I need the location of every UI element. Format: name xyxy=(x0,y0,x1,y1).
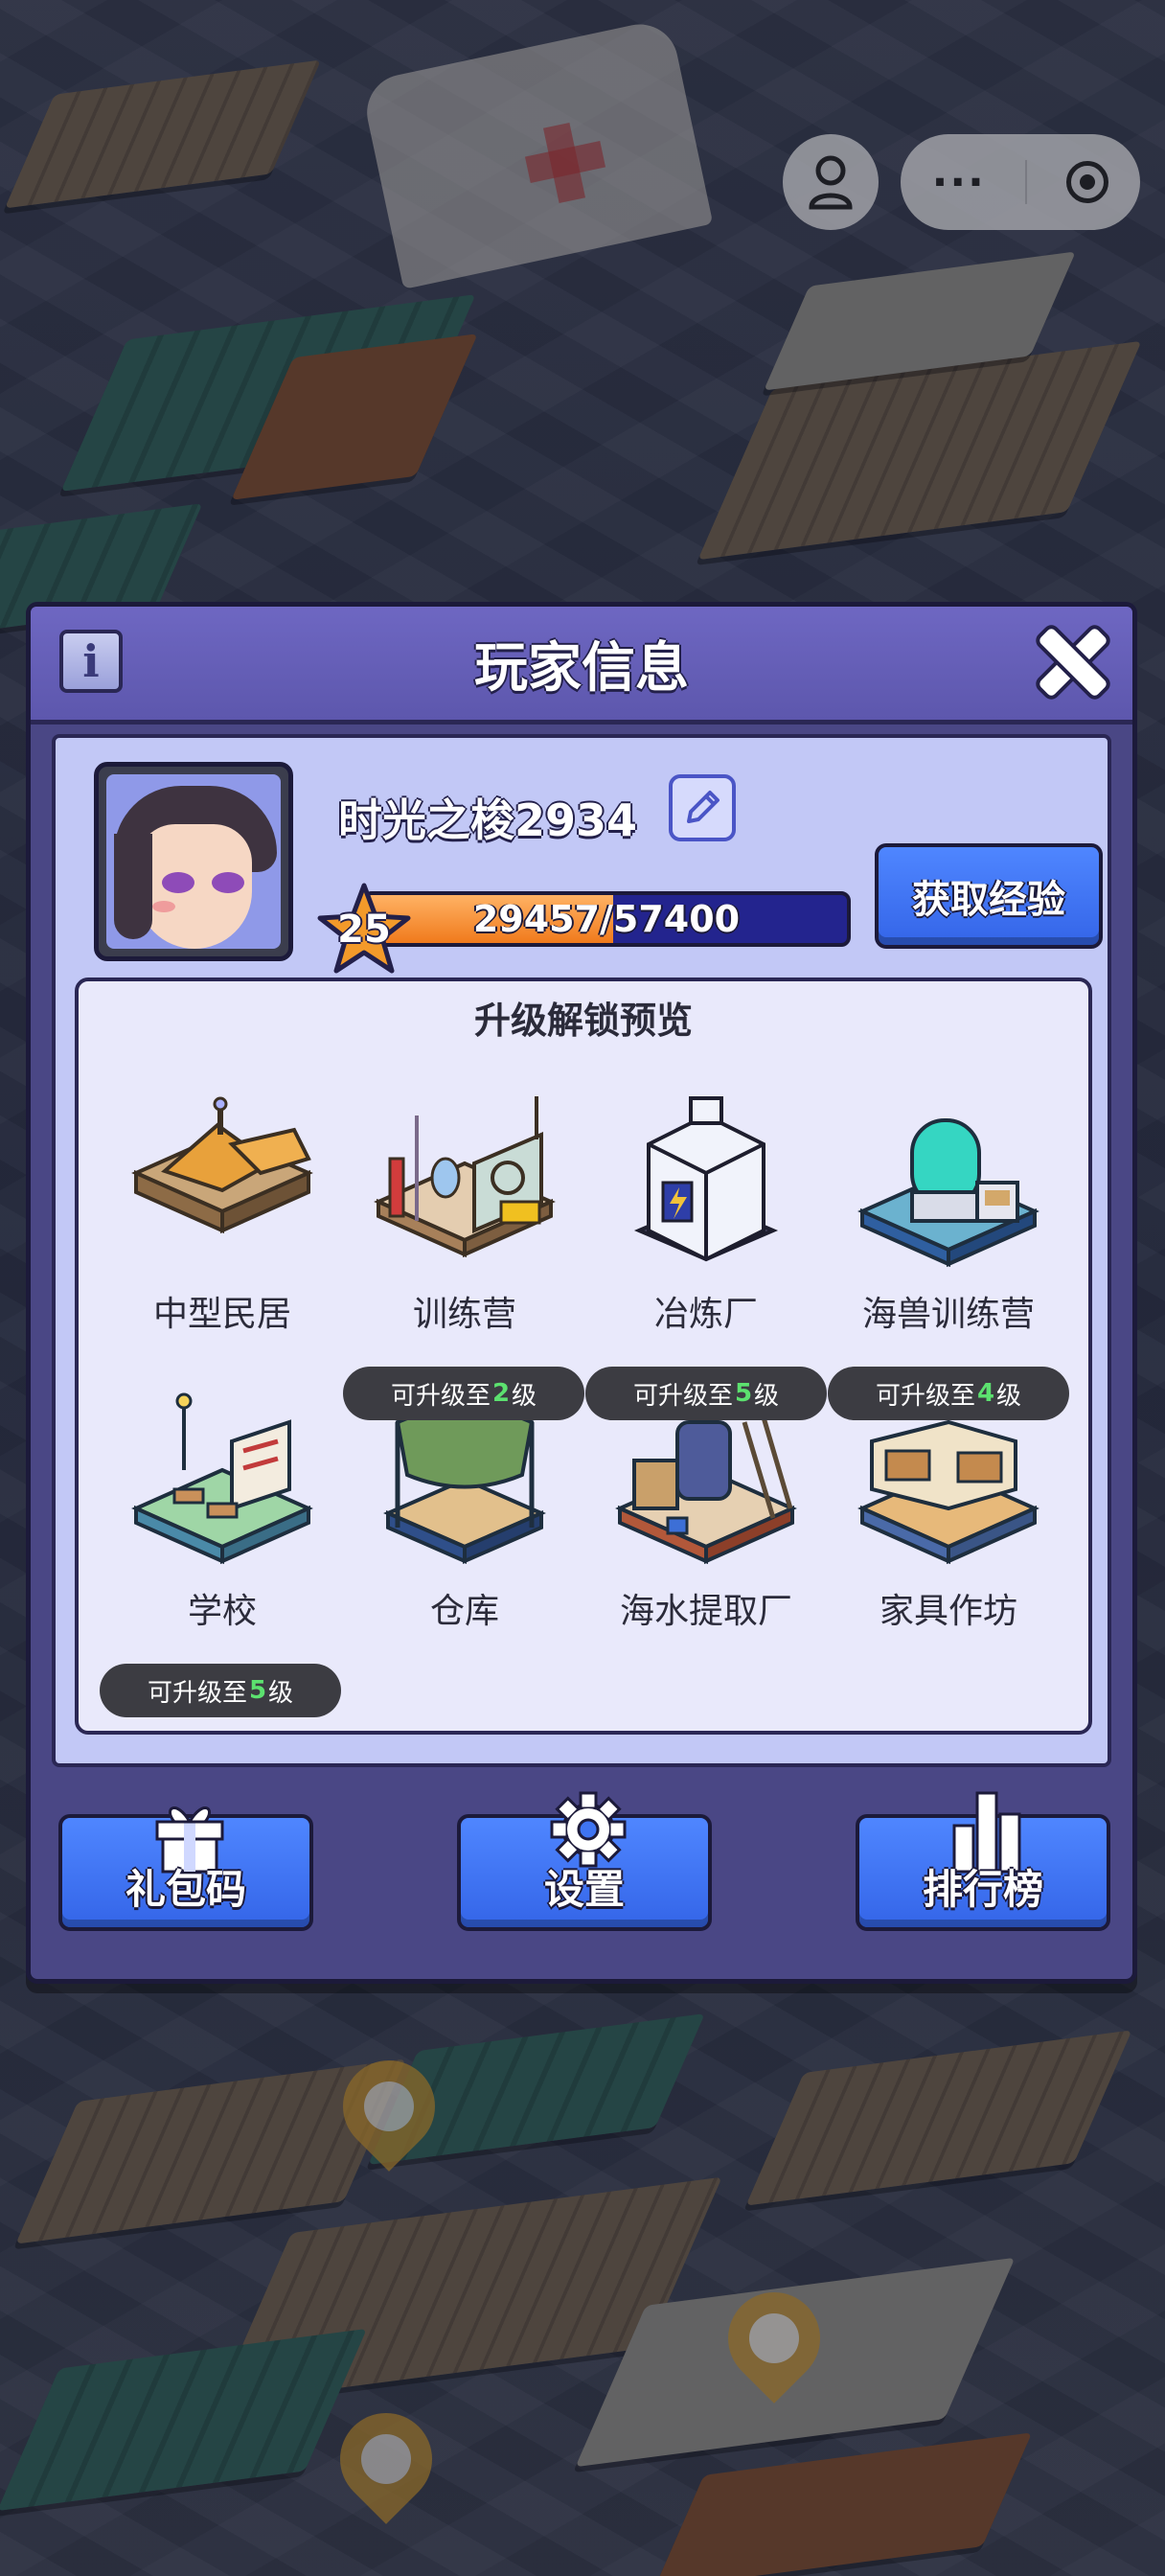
gift-code-label: 礼包码 xyxy=(125,1866,246,1913)
building-name: 冶炼厂 xyxy=(653,1295,758,1334)
building-item[interactable]: 海水提取厂 xyxy=(586,1384,826,1671)
sea-beast-camp-icon xyxy=(857,1118,1039,1268)
avatar[interactable] xyxy=(94,762,293,961)
upgrade-badge: 可升级至 5 级 xyxy=(100,1664,341,1717)
upgrade-badge: 可升级至 2 级 xyxy=(343,1367,584,1420)
building-item[interactable]: 冶炼厂 xyxy=(586,1087,826,1374)
player-level: 25 xyxy=(337,908,391,952)
avatar-eye xyxy=(212,872,244,893)
player-info-dialog: i 玩家信息 时光之梭2934 29457/57400 25 获取经验 升级解锁… xyxy=(26,602,1137,1984)
avatar-hair xyxy=(114,834,152,939)
building-name: 海兽训练营 xyxy=(861,1295,1035,1334)
upgrade-badge-level: 5 xyxy=(248,1676,267,1705)
avatar-blush xyxy=(152,901,175,912)
training-camp-icon xyxy=(374,1096,556,1258)
upgrade-badge-prefix: 可升级至 xyxy=(147,1678,247,1708)
settings-label: 设置 xyxy=(543,1866,625,1913)
settings-button[interactable]: 设置 xyxy=(457,1791,712,1931)
upgrade-badge-prefix: 可升级至 xyxy=(632,1381,733,1411)
upgrade-badge-level: 5 xyxy=(734,1379,753,1408)
building-name: 训练营 xyxy=(412,1295,516,1334)
upgrade-badge: 可升级至 5 级 xyxy=(585,1367,827,1420)
upgrade-badge-level: 2 xyxy=(491,1379,511,1408)
building-item[interactable]: 海兽训练营 xyxy=(829,1087,1068,1374)
upgrade-badge-suffix: 级 xyxy=(268,1678,294,1708)
building-item[interactable]: 中型民居 xyxy=(103,1087,342,1374)
pencil-icon xyxy=(687,791,720,823)
building-item[interactable]: 学校 xyxy=(103,1384,342,1671)
building-item[interactable]: 训练营 xyxy=(345,1087,584,1374)
unlock-preview-title: 升级解锁预览 xyxy=(473,1000,693,1042)
dialog-body: 时光之梭2934 29457/57400 25 获取经验 升级解锁预览 中型民居… xyxy=(52,734,1111,1767)
building-name: 家具作坊 xyxy=(879,1592,1017,1631)
upgrade-badge-level: 4 xyxy=(976,1379,995,1408)
dialog-title: 玩家信息 xyxy=(474,636,689,700)
building-item[interactable]: 家具作坊 xyxy=(829,1384,1068,1671)
avatar-eye xyxy=(162,872,194,893)
upgrade-badge-suffix: 级 xyxy=(996,1381,1022,1411)
upgrade-badge-prefix: 可升级至 xyxy=(875,1381,975,1411)
player-name: 时光之梭2934 xyxy=(338,794,638,846)
building-name: 仓库 xyxy=(429,1592,499,1631)
close-icon[interactable] xyxy=(1035,624,1111,701)
school-icon xyxy=(131,1392,313,1565)
upgrade-badge-prefix: 可升级至 xyxy=(390,1381,491,1411)
building-name: 中型民居 xyxy=(152,1295,291,1334)
building-name: 学校 xyxy=(187,1592,257,1631)
upgrade-badge-suffix: 级 xyxy=(512,1381,537,1411)
smelter-icon xyxy=(633,1096,779,1262)
upgrade-badge: 可升级至 4 级 xyxy=(828,1367,1069,1420)
medium-house-icon xyxy=(131,1096,313,1234)
get-exp-button[interactable]: 获取经验 xyxy=(875,843,1103,949)
dialog-header: i 玩家信息 xyxy=(31,607,1132,724)
building-name: 海水提取厂 xyxy=(619,1592,792,1631)
edit-name-button[interactable] xyxy=(669,774,736,841)
xp-progress-bar: 29457/57400 xyxy=(362,891,851,947)
xp-text: 29457/57400 xyxy=(472,898,741,940)
gift-code-button[interactable]: 礼包码 xyxy=(58,1806,313,1931)
leaderboard-button[interactable]: 排行榜 xyxy=(856,1791,1110,1931)
leaderboard-label: 排行榜 xyxy=(922,1866,1043,1913)
upgrade-badge-suffix: 级 xyxy=(754,1381,780,1411)
unlock-preview-panel: 升级解锁预览 中型民居 训练营 冶炼厂 海兽训练营 学校 仓库 海水提取厂 家具… xyxy=(75,978,1092,1735)
building-item[interactable]: 仓库 xyxy=(345,1384,584,1671)
